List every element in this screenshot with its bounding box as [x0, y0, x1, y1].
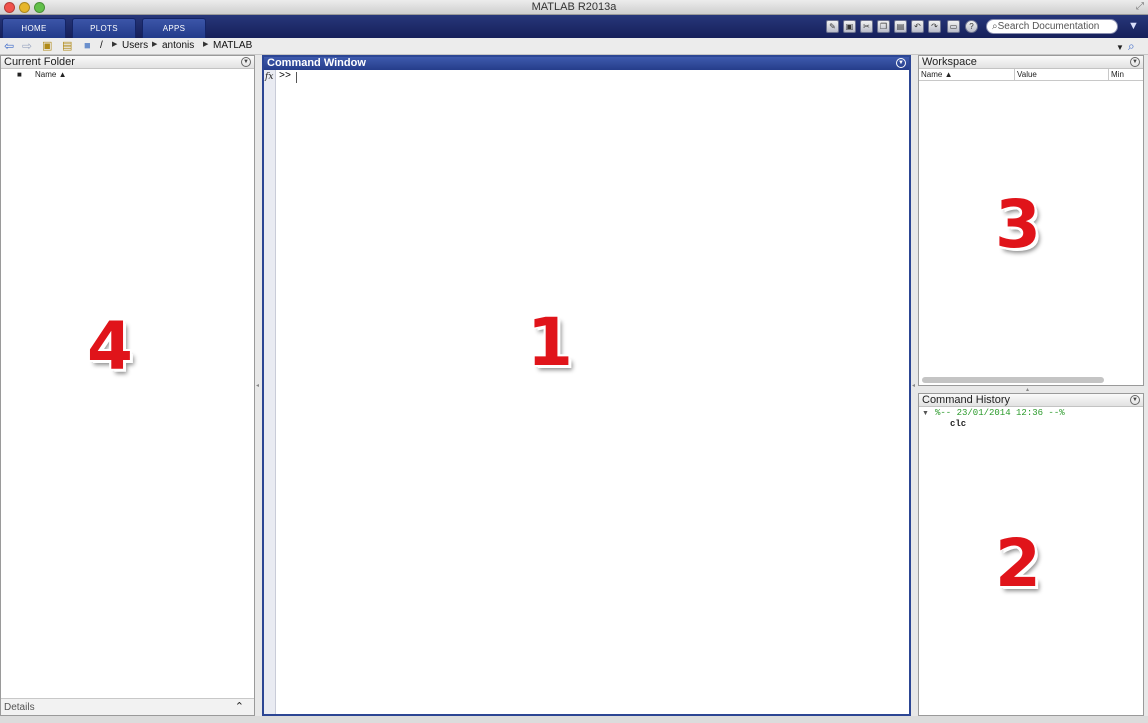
- splitter-handle[interactable]: ◂: [912, 382, 915, 389]
- collapse-triangle-icon[interactable]: ▼: [922, 410, 929, 417]
- tab-home[interactable]: HOME: [2, 18, 66, 38]
- workspace-title: Workspace ▼: [919, 56, 1143, 69]
- paste-icon[interactable]: ▤: [894, 20, 907, 33]
- fullscreen-icon[interactable]: ⤢: [1136, 1, 1144, 12]
- history-entry[interactable]: clc: [950, 419, 966, 429]
- command-history-panel: Command History ▼ ▼ %-- 23/01/2014 12:36…: [918, 393, 1144, 716]
- breadcrumb-antonis[interactable]: antonis: [162, 40, 194, 51]
- current-folder-panel: Current Folder ▼ Name ▲ ■ 4 Details ⌃: [0, 55, 255, 716]
- splitter-handle[interactable]: ◂: [256, 382, 259, 389]
- search-folder-icon[interactable]: ⌕: [1128, 39, 1135, 53]
- panel-menu-icon[interactable]: ▼: [1130, 395, 1140, 405]
- redo-icon[interactable]: ↷: [928, 20, 941, 33]
- breadcrumb-separator-icon: ▶: [112, 41, 118, 48]
- toolstrip: HOME PLOTS APPS ✎ ▣ ✂ ❐ ▤ ↶ ↷ ▭ ? ⌕Searc…: [0, 15, 1148, 38]
- tab-plots[interactable]: PLOTS: [72, 18, 136, 38]
- current-folder-title: Current Folder ▼: [1, 56, 254, 69]
- annotation-number-4: 4: [87, 308, 133, 385]
- annotation-number-2: 2: [995, 525, 1041, 602]
- copy-icon[interactable]: ❐: [877, 20, 890, 33]
- browse-folder-icon[interactable]: ▤: [62, 39, 72, 53]
- breadcrumb-root[interactable]: /: [100, 40, 103, 51]
- back-arrow-icon[interactable]: ⇦: [4, 39, 14, 53]
- column-header-name[interactable]: Name ▲: [15, 69, 255, 80]
- status-bar: [0, 716, 1148, 723]
- panel-menu-icon[interactable]: ▼: [896, 58, 906, 68]
- horizontal-scrollbar[interactable]: [922, 377, 1104, 383]
- title-bar: MATLAB R2013a ⤢: [0, 0, 1148, 15]
- cut-icon[interactable]: ✂: [860, 20, 873, 33]
- panel-menu-icon[interactable]: ▼: [241, 57, 251, 67]
- annotation-number-3: 3: [995, 186, 1041, 263]
- address-dropdown-icon[interactable]: ▼: [1116, 41, 1124, 55]
- text-cursor: [296, 72, 297, 83]
- fx-icon[interactable]: fx: [265, 72, 273, 82]
- history-session-header: %-- 23/01/2014 12:36 --%: [935, 408, 1065, 418]
- command-history-title: Command History ▼: [919, 394, 1143, 407]
- address-bar: ⇦ ⇨ ▣ ▤ ■ / ▶ Users ▶ antonis ▶ MATLAB ▼…: [0, 38, 1148, 55]
- folder-icon: ■: [84, 40, 91, 52]
- splitter-handle[interactable]: ▴: [1026, 386, 1029, 393]
- help-icon[interactable]: ?: [965, 20, 978, 33]
- workspace-panel: Workspace ▼ Name ▲ Value Min 3: [918, 55, 1144, 386]
- annotation-number-1: 1: [527, 304, 573, 381]
- command-prompt: >>: [279, 71, 292, 82]
- window-title: MATLAB R2013a: [531, 1, 617, 13]
- panel-menu-icon[interactable]: ▼: [1130, 57, 1140, 67]
- breadcrumb-separator-icon: ▶: [203, 41, 209, 48]
- breadcrumb-matlab[interactable]: MATLAB: [213, 40, 252, 51]
- column-header-min[interactable]: Min: [1109, 69, 1144, 80]
- filter-icon[interactable]: ▼: [1128, 20, 1139, 32]
- save-icon[interactable]: ▣: [843, 20, 856, 33]
- up-folder-icon[interactable]: ▣: [42, 39, 52, 53]
- column-header-divider: [919, 80, 1143, 81]
- column-header-name[interactable]: Name ▲: [919, 69, 1015, 80]
- switch-windows-icon[interactable]: ▭: [947, 20, 960, 33]
- undo-icon[interactable]: ↶: [911, 20, 924, 33]
- new-script-icon[interactable]: ✎: [826, 20, 839, 33]
- forward-arrow-icon[interactable]: ⇨: [22, 39, 32, 53]
- breadcrumb-separator-icon: ▶: [152, 41, 158, 48]
- column-header-value[interactable]: Value: [1015, 69, 1109, 80]
- chevron-up-icon[interactable]: ⌃: [235, 700, 244, 713]
- breadcrumb-users[interactable]: Users: [122, 40, 148, 51]
- command-gutter: [264, 70, 276, 714]
- command-window-title: Command Window ▼: [264, 57, 909, 70]
- file-type-icon: ■: [17, 70, 22, 79]
- search-documentation-input[interactable]: ⌕Search Documentation: [986, 19, 1118, 34]
- details-bar[interactable]: Details ⌃: [1, 698, 254, 715]
- command-window[interactable]: Command Window ▼ fx >> 1: [262, 55, 911, 716]
- tab-apps[interactable]: APPS: [142, 18, 206, 38]
